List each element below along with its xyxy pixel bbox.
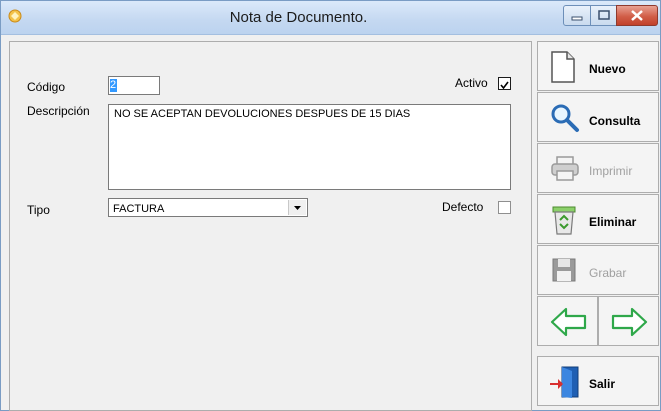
grabar-button[interactable]: Grabar: [537, 245, 659, 295]
window: Nota de Documento. Código 2 Activo Descr…: [0, 0, 661, 411]
salir-button[interactable]: Salir: [537, 356, 659, 406]
title-bar[interactable]: Nota de Documento.: [1, 1, 660, 35]
form-panel: Código 2 Activo Descripción NO SE ACEPTA…: [9, 41, 532, 411]
nuevo-label: Nuevo: [589, 62, 626, 76]
imprimir-button[interactable]: Imprimir: [537, 143, 659, 193]
exit-door-icon: [550, 366, 579, 398]
nuevo-button[interactable]: Nuevo: [537, 41, 659, 91]
defecto-checkbox[interactable]: [498, 201, 511, 214]
grabar-label: Grabar: [589, 266, 627, 280]
tipo-label: Tipo: [27, 203, 50, 217]
eliminar-button[interactable]: Eliminar: [537, 194, 659, 244]
printer-icon: [551, 156, 579, 181]
arrow-right-icon: [611, 307, 648, 337]
checkmark-icon: [500, 81, 509, 90]
chevron-down-icon: [294, 206, 301, 210]
activo-label: Activo: [455, 76, 488, 90]
activo-checkbox[interactable]: [498, 77, 511, 90]
next-button[interactable]: [598, 296, 659, 346]
descripcion-label: Descripción: [27, 104, 90, 118]
codigo-value: 2: [110, 79, 117, 92]
defecto-label: Defecto: [442, 200, 484, 214]
window-title: Nota de Documento.: [229, 9, 368, 26]
consulta-label: Consulta: [589, 114, 641, 128]
close-button[interactable]: [616, 5, 658, 26]
descripcion-textarea[interactable]: NO SE ACEPTAN DEVOLUCIONES DESPUES DE 15…: [108, 104, 511, 190]
magnifier-icon: [551, 104, 579, 132]
minimize-button[interactable]: [563, 5, 591, 26]
maximize-button[interactable]: [590, 5, 617, 26]
document-icon: [551, 51, 575, 83]
recycle-bin-icon: [552, 206, 576, 235]
codigo-input[interactable]: 2: [108, 76, 160, 95]
dropdown-arrow-button[interactable]: [288, 200, 306, 215]
close-icon: [631, 10, 643, 21]
salir-label: Salir: [589, 377, 616, 391]
codigo-label: Código: [27, 80, 66, 94]
tipo-select[interactable]: FACTURA: [108, 198, 308, 217]
maximize-icon: [598, 10, 610, 20]
action-sidebar: Nuevo Consulta Imprimir Eliminar Grabar …: [537, 41, 659, 411]
consulta-button[interactable]: Consulta: [537, 92, 659, 142]
eliminar-label: Eliminar: [589, 215, 637, 229]
descripcion-value: NO SE ACEPTAN DEVOLUCIONES DESPUES DE 15…: [114, 108, 411, 120]
minimize-icon: [571, 16, 583, 21]
imprimir-label: Imprimir: [589, 164, 633, 178]
previous-button[interactable]: [537, 296, 598, 346]
arrow-left-icon: [550, 307, 587, 337]
tipo-value: FACTURA: [113, 203, 165, 215]
floppy-disk-icon: [552, 258, 576, 282]
